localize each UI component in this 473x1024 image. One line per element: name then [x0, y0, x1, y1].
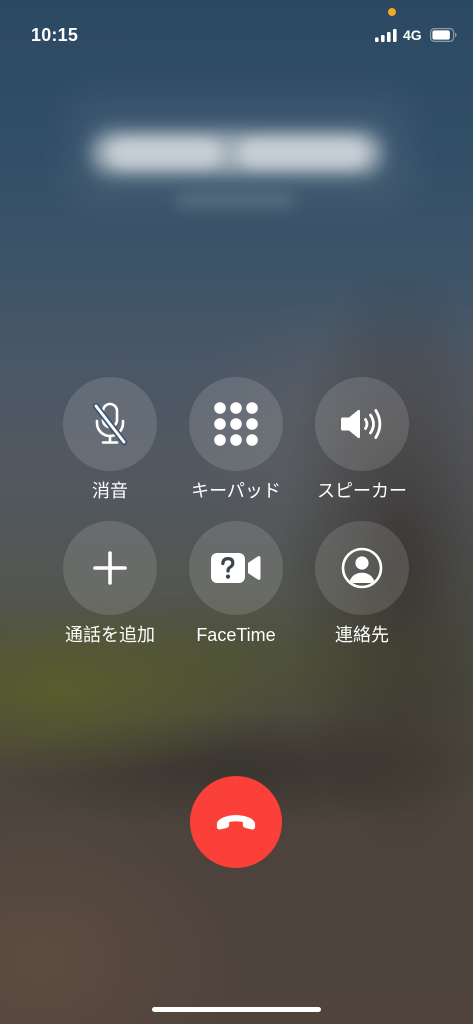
network-type: 4G	[403, 27, 422, 43]
add-call-button[interactable]	[63, 521, 157, 615]
end-call-button[interactable]	[190, 776, 282, 868]
facetime-video-icon	[211, 553, 261, 583]
mute-control: 消音	[45, 377, 175, 502]
add-call-control: 通話を追加	[45, 521, 175, 646]
keypad-icon	[214, 402, 258, 446]
add-call-label: 通話を追加	[65, 625, 155, 645]
signal-bar	[381, 35, 385, 42]
keypad-label: キーパッド	[191, 481, 281, 501]
battery-icon	[430, 28, 457, 42]
signal-bar	[375, 37, 379, 42]
signal-bar	[387, 32, 391, 42]
mic-slash-icon	[92, 402, 128, 446]
contacts-label: 連絡先	[335, 625, 389, 645]
battery-level-fill	[432, 30, 450, 40]
microphone-privacy-indicator	[388, 8, 396, 16]
plus-icon	[93, 551, 127, 585]
cellular-signal-icon	[375, 29, 397, 42]
contacts-control: 連絡先	[297, 521, 427, 646]
speaker-label: スピーカー	[317, 481, 407, 501]
speaker-control: スピーカー	[297, 377, 427, 502]
facetime-label: FaceTime	[196, 625, 276, 645]
mute-button[interactable]	[63, 377, 157, 471]
speaker-button[interactable]	[315, 377, 409, 471]
facetime-button[interactable]	[189, 521, 283, 615]
mute-label: 消音	[92, 481, 128, 501]
speaker-wave-icon	[341, 409, 382, 439]
keypad-button[interactable]	[189, 377, 283, 471]
signal-bar	[393, 29, 397, 42]
home-indicator[interactable]	[152, 1007, 321, 1012]
facetime-control: FaceTime	[171, 521, 301, 646]
contact-icon	[341, 547, 383, 589]
phone-down-icon	[216, 815, 256, 830]
keypad-control: キーパッド	[171, 377, 301, 502]
contacts-button[interactable]	[315, 521, 409, 615]
status-time: 10:15	[31, 25, 79, 45]
